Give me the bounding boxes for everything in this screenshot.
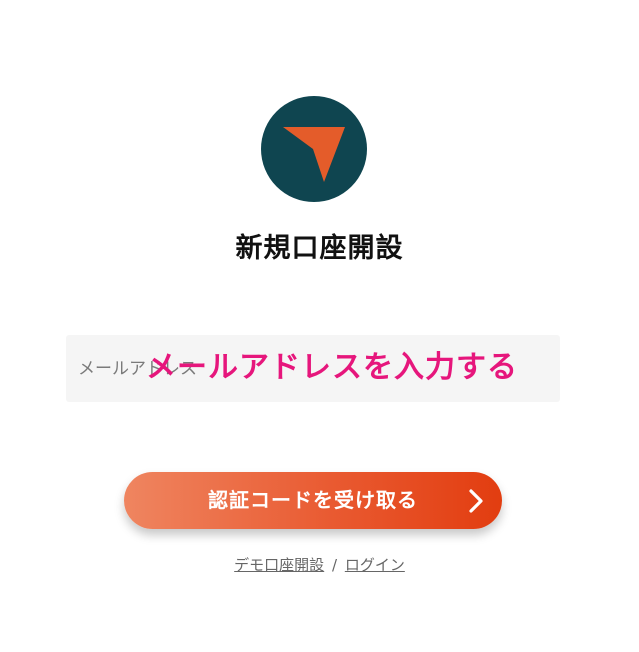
email-field-wrapper[interactable] [66,335,560,402]
receive-code-button-label: 認証コードを受け取る [208,488,418,512]
receive-code-button[interactable]: 認証コードを受け取る [124,472,502,529]
demo-account-link[interactable]: デモ口座開設 [234,556,324,574]
arrow-pointer-icon [283,127,345,182]
login-link[interactable]: ログイン [345,556,405,574]
link-separator: / [331,556,338,574]
page-title: 新規口座開設 [235,233,404,264]
footer-links: デモ口座開設 / ログイン [0,554,639,576]
chevron-right-icon [469,489,483,513]
email-field[interactable] [66,335,560,402]
brand-logo [261,96,367,202]
